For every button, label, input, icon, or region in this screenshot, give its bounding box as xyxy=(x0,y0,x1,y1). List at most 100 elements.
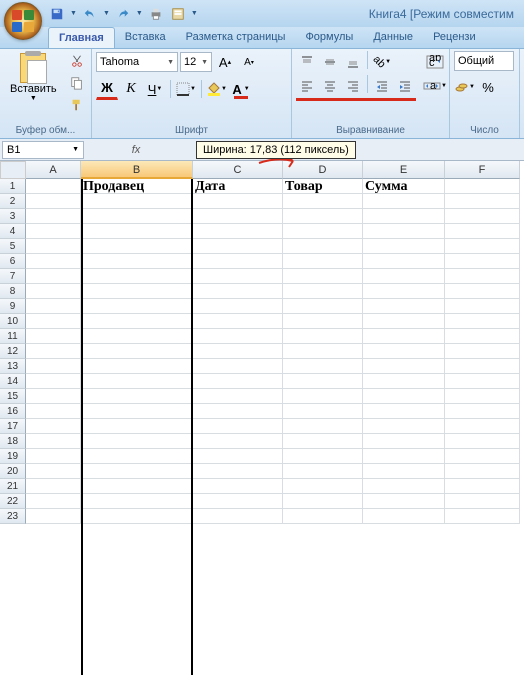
row-header[interactable]: 9 xyxy=(0,299,26,314)
column-header-B[interactable]: B xyxy=(81,161,193,179)
number-format-combo[interactable]: Общий xyxy=(454,51,514,71)
cell[interactable] xyxy=(193,464,283,479)
cell[interactable] xyxy=(363,329,445,344)
cell[interactable] xyxy=(81,344,193,359)
qat-save-dd[interactable]: ▼ xyxy=(70,10,77,17)
row-header[interactable]: 7 xyxy=(0,269,26,284)
cell[interactable] xyxy=(81,434,193,449)
cell[interactable] xyxy=(193,434,283,449)
cell[interactable] xyxy=(193,449,283,464)
font-name-combo[interactable]: Tahoma▼ xyxy=(96,52,178,72)
cell[interactable] xyxy=(283,194,363,209)
cell[interactable] xyxy=(81,374,193,389)
cell[interactable] xyxy=(81,314,193,329)
cell[interactable] xyxy=(26,314,81,329)
cell[interactable] xyxy=(363,479,445,494)
cell[interactable] xyxy=(363,359,445,374)
cell[interactable] xyxy=(445,209,520,224)
tab-formulas[interactable]: Формулы xyxy=(295,27,363,48)
cell[interactable] xyxy=(193,314,283,329)
cell[interactable] xyxy=(363,344,445,359)
row-header[interactable]: 14 xyxy=(0,374,26,389)
cell[interactable] xyxy=(193,359,283,374)
select-all-button[interactable] xyxy=(0,161,26,179)
cell[interactable] xyxy=(193,494,283,509)
cell[interactable] xyxy=(363,419,445,434)
cell[interactable] xyxy=(193,269,283,284)
tab-data[interactable]: Данные xyxy=(363,27,423,48)
cell[interactable] xyxy=(283,314,363,329)
cell[interactable] xyxy=(363,209,445,224)
orientation-button[interactable]: ab▼ xyxy=(371,51,393,73)
row-header[interactable]: 10 xyxy=(0,314,26,329)
cell[interactable] xyxy=(193,404,283,419)
cell[interactable] xyxy=(193,389,283,404)
cell[interactable] xyxy=(445,284,520,299)
cell[interactable] xyxy=(81,239,193,254)
cell[interactable] xyxy=(363,269,445,284)
cell[interactable] xyxy=(363,194,445,209)
cell[interactable] xyxy=(81,404,193,419)
cell[interactable] xyxy=(81,194,193,209)
row-header[interactable]: 19 xyxy=(0,449,26,464)
cell[interactable] xyxy=(363,284,445,299)
copy-button[interactable] xyxy=(67,73,87,93)
fx-button[interactable]: fx xyxy=(126,141,146,159)
cell[interactable] xyxy=(445,479,520,494)
borders-button[interactable]: ▼ xyxy=(175,78,197,100)
cell[interactable] xyxy=(445,419,520,434)
cell[interactable] xyxy=(26,299,81,314)
cell[interactable] xyxy=(193,329,283,344)
cell[interactable] xyxy=(26,239,81,254)
cell[interactable] xyxy=(283,404,363,419)
cell[interactable] xyxy=(363,494,445,509)
bold-button[interactable]: Ж xyxy=(96,78,118,100)
cell[interactable] xyxy=(363,449,445,464)
increase-indent-button[interactable] xyxy=(394,75,416,97)
cell[interactable] xyxy=(283,344,363,359)
qat-undo-icon[interactable] xyxy=(81,5,99,23)
cell[interactable] xyxy=(445,389,520,404)
row-header[interactable]: 18 xyxy=(0,434,26,449)
cell[interactable] xyxy=(81,254,193,269)
merge-center-button[interactable]: a▼ xyxy=(421,75,449,97)
align-right-button[interactable] xyxy=(342,75,364,97)
tab-home[interactable]: Главная xyxy=(48,27,115,48)
row-header[interactable]: 15 xyxy=(0,389,26,404)
percent-button[interactable]: % xyxy=(477,76,499,98)
row-header[interactable]: 22 xyxy=(0,494,26,509)
align-left-button[interactable] xyxy=(296,75,318,97)
font-color-button[interactable]: A▼ xyxy=(230,78,252,100)
cell[interactable] xyxy=(81,389,193,404)
cell[interactable] xyxy=(445,179,520,194)
cell[interactable] xyxy=(26,359,81,374)
row-header[interactable]: 20 xyxy=(0,464,26,479)
cell[interactable] xyxy=(363,254,445,269)
name-box[interactable]: B1▼ xyxy=(2,141,84,159)
cell[interactable]: Сумма xyxy=(363,179,445,194)
cell[interactable] xyxy=(26,389,81,404)
worksheet-grid[interactable]: ABCDEF 1ПродавецДатаТоварСумма2345678910… xyxy=(0,161,524,524)
align-middle-button[interactable] xyxy=(319,51,341,73)
cell[interactable] xyxy=(363,404,445,419)
cell[interactable] xyxy=(193,209,283,224)
row-header[interactable]: 13 xyxy=(0,359,26,374)
row-header[interactable]: 8 xyxy=(0,284,26,299)
row-header[interactable]: 6 xyxy=(0,254,26,269)
cell[interactable] xyxy=(283,479,363,494)
cell[interactable] xyxy=(363,464,445,479)
row-header[interactable]: 4 xyxy=(0,224,26,239)
tab-insert[interactable]: Вставка xyxy=(115,27,176,48)
cell[interactable] xyxy=(193,284,283,299)
cell[interactable] xyxy=(81,464,193,479)
row-header[interactable]: 12 xyxy=(0,344,26,359)
cell[interactable] xyxy=(363,224,445,239)
cell[interactable] xyxy=(363,389,445,404)
cell[interactable] xyxy=(193,374,283,389)
cell[interactable] xyxy=(283,329,363,344)
cell[interactable] xyxy=(26,284,81,299)
qat-save-icon[interactable] xyxy=(48,5,66,23)
cell[interactable] xyxy=(283,389,363,404)
cell[interactable] xyxy=(283,359,363,374)
cell[interactable] xyxy=(283,269,363,284)
